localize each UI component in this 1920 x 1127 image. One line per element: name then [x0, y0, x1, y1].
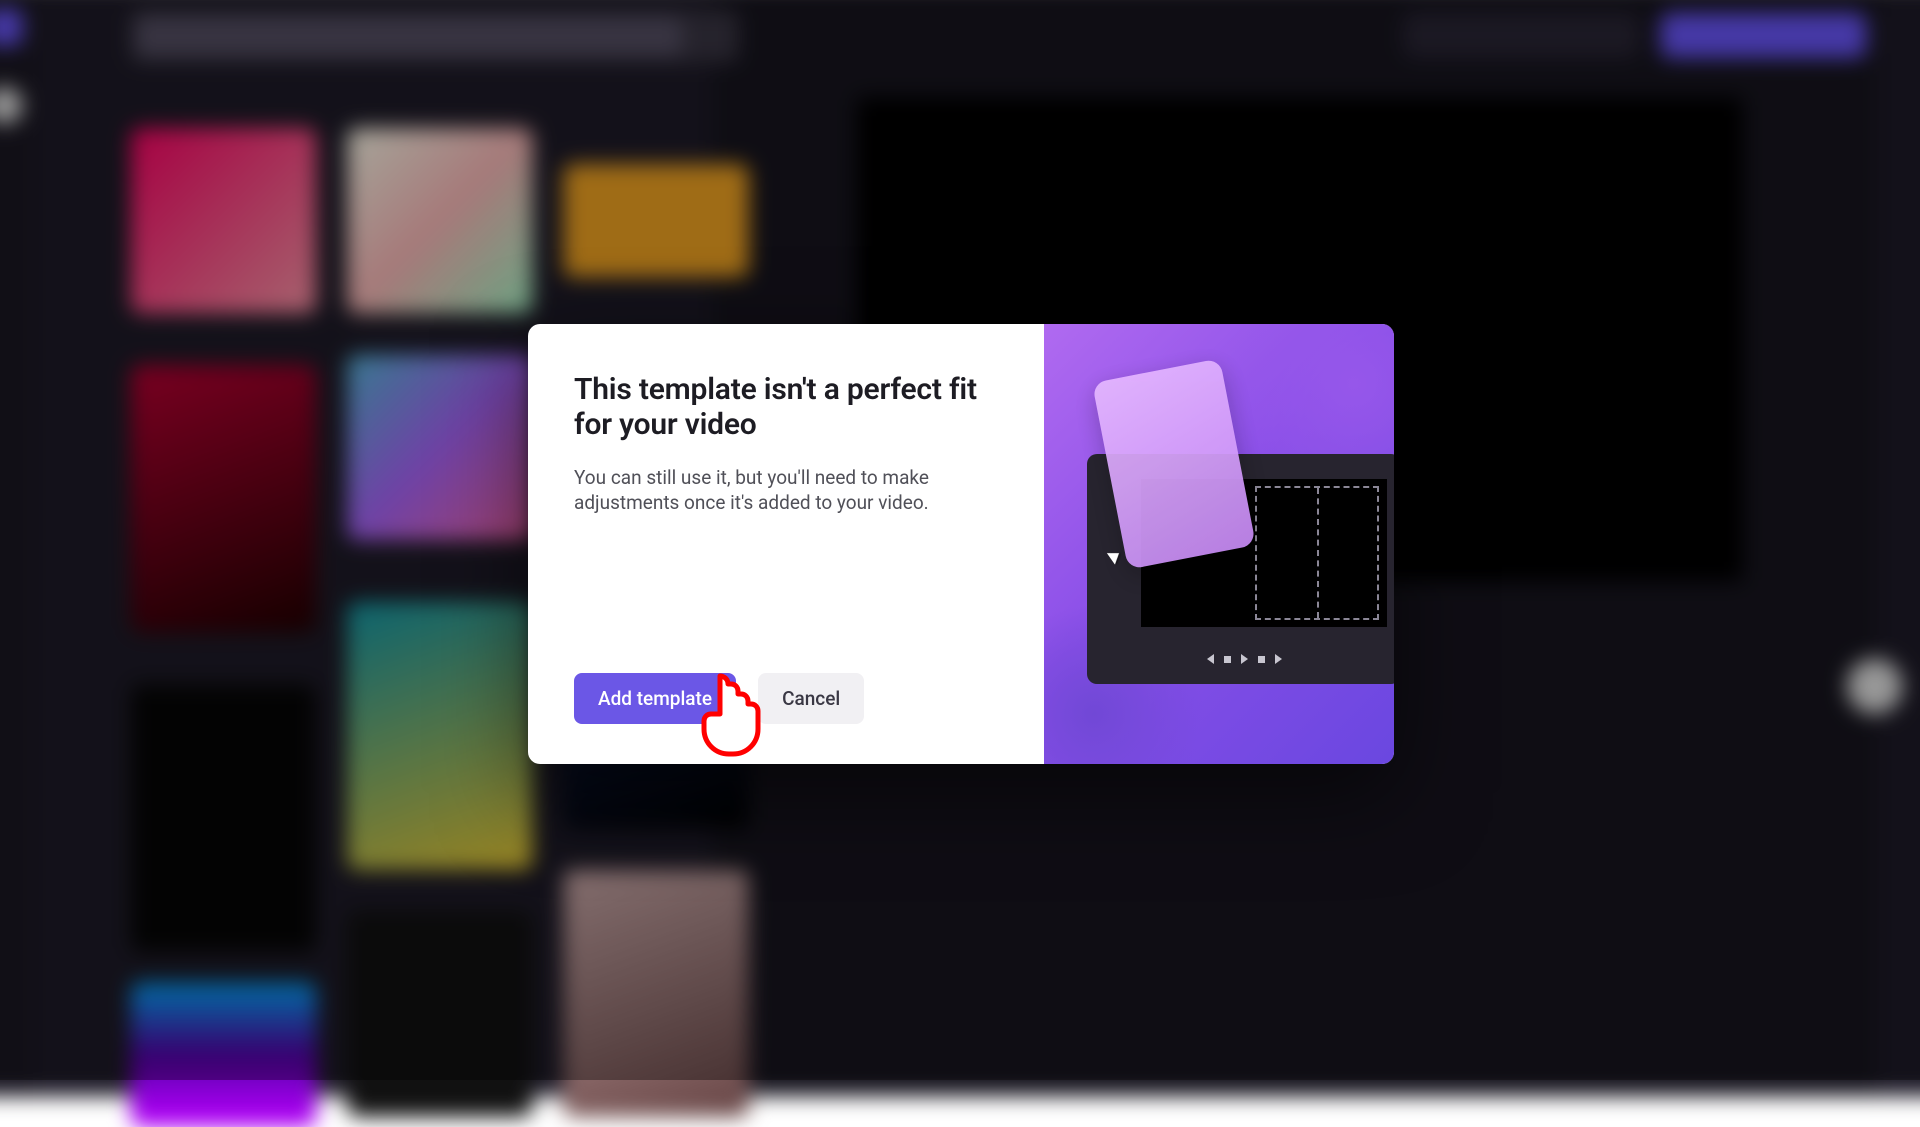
add-template-button[interactable]: Add template [574, 673, 736, 724]
dialog-description: You can still use it, but you'll need to… [574, 465, 974, 516]
template-fit-dialog: This template isn't a perfect fit for yo… [528, 324, 1394, 764]
dialog-actions: Add template Cancel [574, 673, 998, 724]
illustration-drop-zone [1255, 486, 1379, 620]
illustration-controls [1087, 652, 1394, 666]
dialog-title: This template isn't a perfect fit for yo… [574, 372, 998, 443]
dialog-illustration [1044, 324, 1394, 764]
cancel-button[interactable]: Cancel [758, 673, 864, 724]
dialog-content: This template isn't a perfect fit for yo… [528, 324, 1044, 764]
